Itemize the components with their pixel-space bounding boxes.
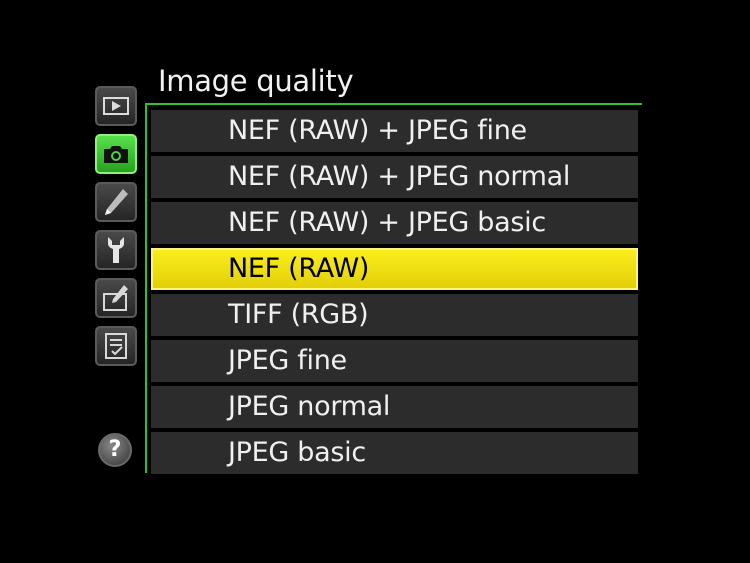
tab-shooting[interactable] (95, 134, 137, 174)
option-nef-raw[interactable]: NEF (RAW) (151, 248, 638, 290)
image-quality-options: NEF (RAW) + JPEG fine NEF (RAW) + JPEG n… (151, 110, 638, 478)
option-jpeg-normal[interactable]: JPEG normal (151, 386, 638, 428)
tab-playback[interactable] (95, 86, 137, 126)
option-jpeg-basic[interactable]: JPEG basic (151, 432, 638, 474)
help-icon[interactable]: ? (98, 433, 132, 467)
playback-icon (103, 97, 129, 115)
option-nef-raw-jpeg-basic[interactable]: NEF (RAW) + JPEG basic (151, 202, 638, 244)
wrench-icon (105, 235, 127, 265)
pencil-icon (103, 187, 129, 217)
tab-custom-settings[interactable] (95, 182, 137, 222)
option-jpeg-fine[interactable]: JPEG fine (151, 340, 638, 382)
tab-my-menu[interactable] (95, 326, 137, 366)
option-nef-raw-jpeg-normal[interactable]: NEF (RAW) + JPEG normal (151, 156, 638, 198)
page-title: Image quality (158, 64, 354, 98)
option-tiff-rgb[interactable]: TIFF (RGB) (151, 294, 638, 336)
camera-icon (102, 143, 130, 165)
my-menu-icon (103, 331, 129, 361)
retouch-icon (102, 284, 130, 312)
camera-menu-screen: Image quality ? NEF (RAW) + JPEG fine NE… (0, 0, 750, 563)
tab-retouch[interactable] (95, 278, 137, 318)
option-nef-raw-jpeg-fine[interactable]: NEF (RAW) + JPEG fine (151, 110, 638, 152)
tab-setup[interactable] (95, 230, 137, 270)
